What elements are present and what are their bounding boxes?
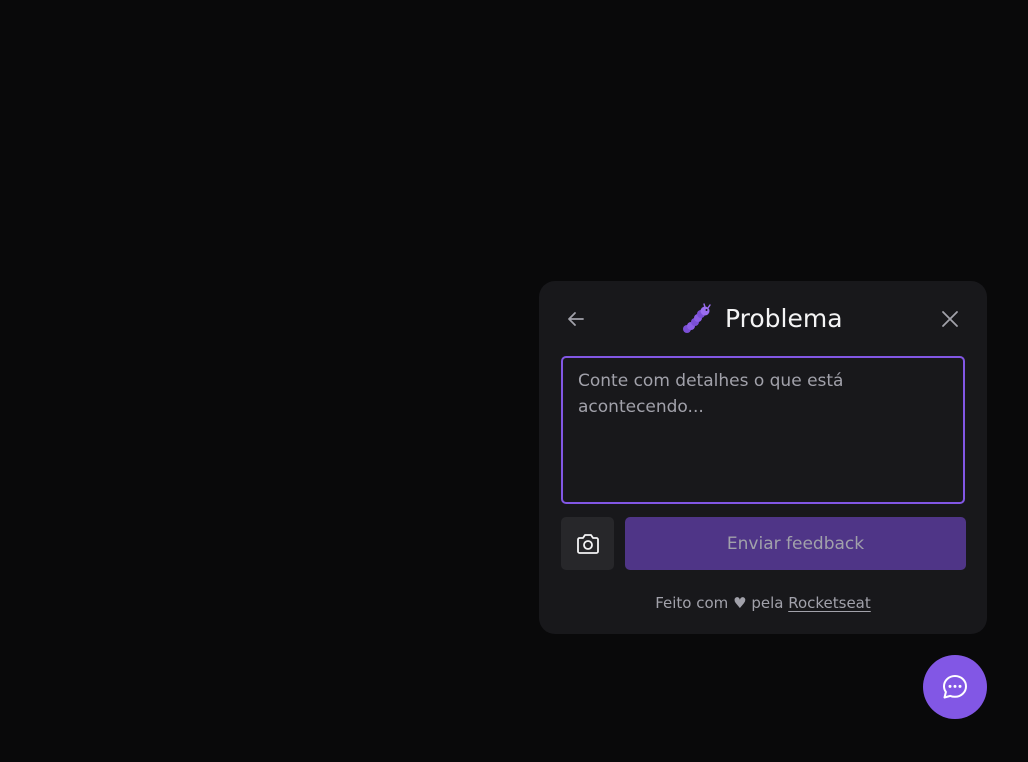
panel-title: Problema [725,304,843,333]
bug-emoji-icon [681,303,713,335]
feedback-comment-textarea[interactable] [561,356,965,504]
footer-prefix: Feito com [655,594,729,612]
rocketseat-link[interactable]: Rocketseat [788,594,871,612]
close-button[interactable] [937,306,963,332]
camera-icon [576,533,599,554]
heart-icon: ♥ [733,594,747,612]
close-icon [942,311,958,327]
open-feedback-widget-button[interactable] [923,655,987,719]
arrow-left-icon [568,312,584,326]
feedback-widget-panel: Problema Enviar feedback Feito com ♥ pel… [539,281,987,634]
send-feedback-button[interactable]: Enviar feedback [625,517,966,570]
back-button[interactable] [563,306,589,332]
chat-dots-icon [943,675,967,699]
footer-middle: pela [751,594,784,612]
panel-header: Problema [539,281,987,357]
screenshot-button[interactable] [561,517,614,570]
footer-credit: Feito com ♥ pela Rocketseat [539,593,987,613]
panel-title-group: Problema [681,301,843,337]
